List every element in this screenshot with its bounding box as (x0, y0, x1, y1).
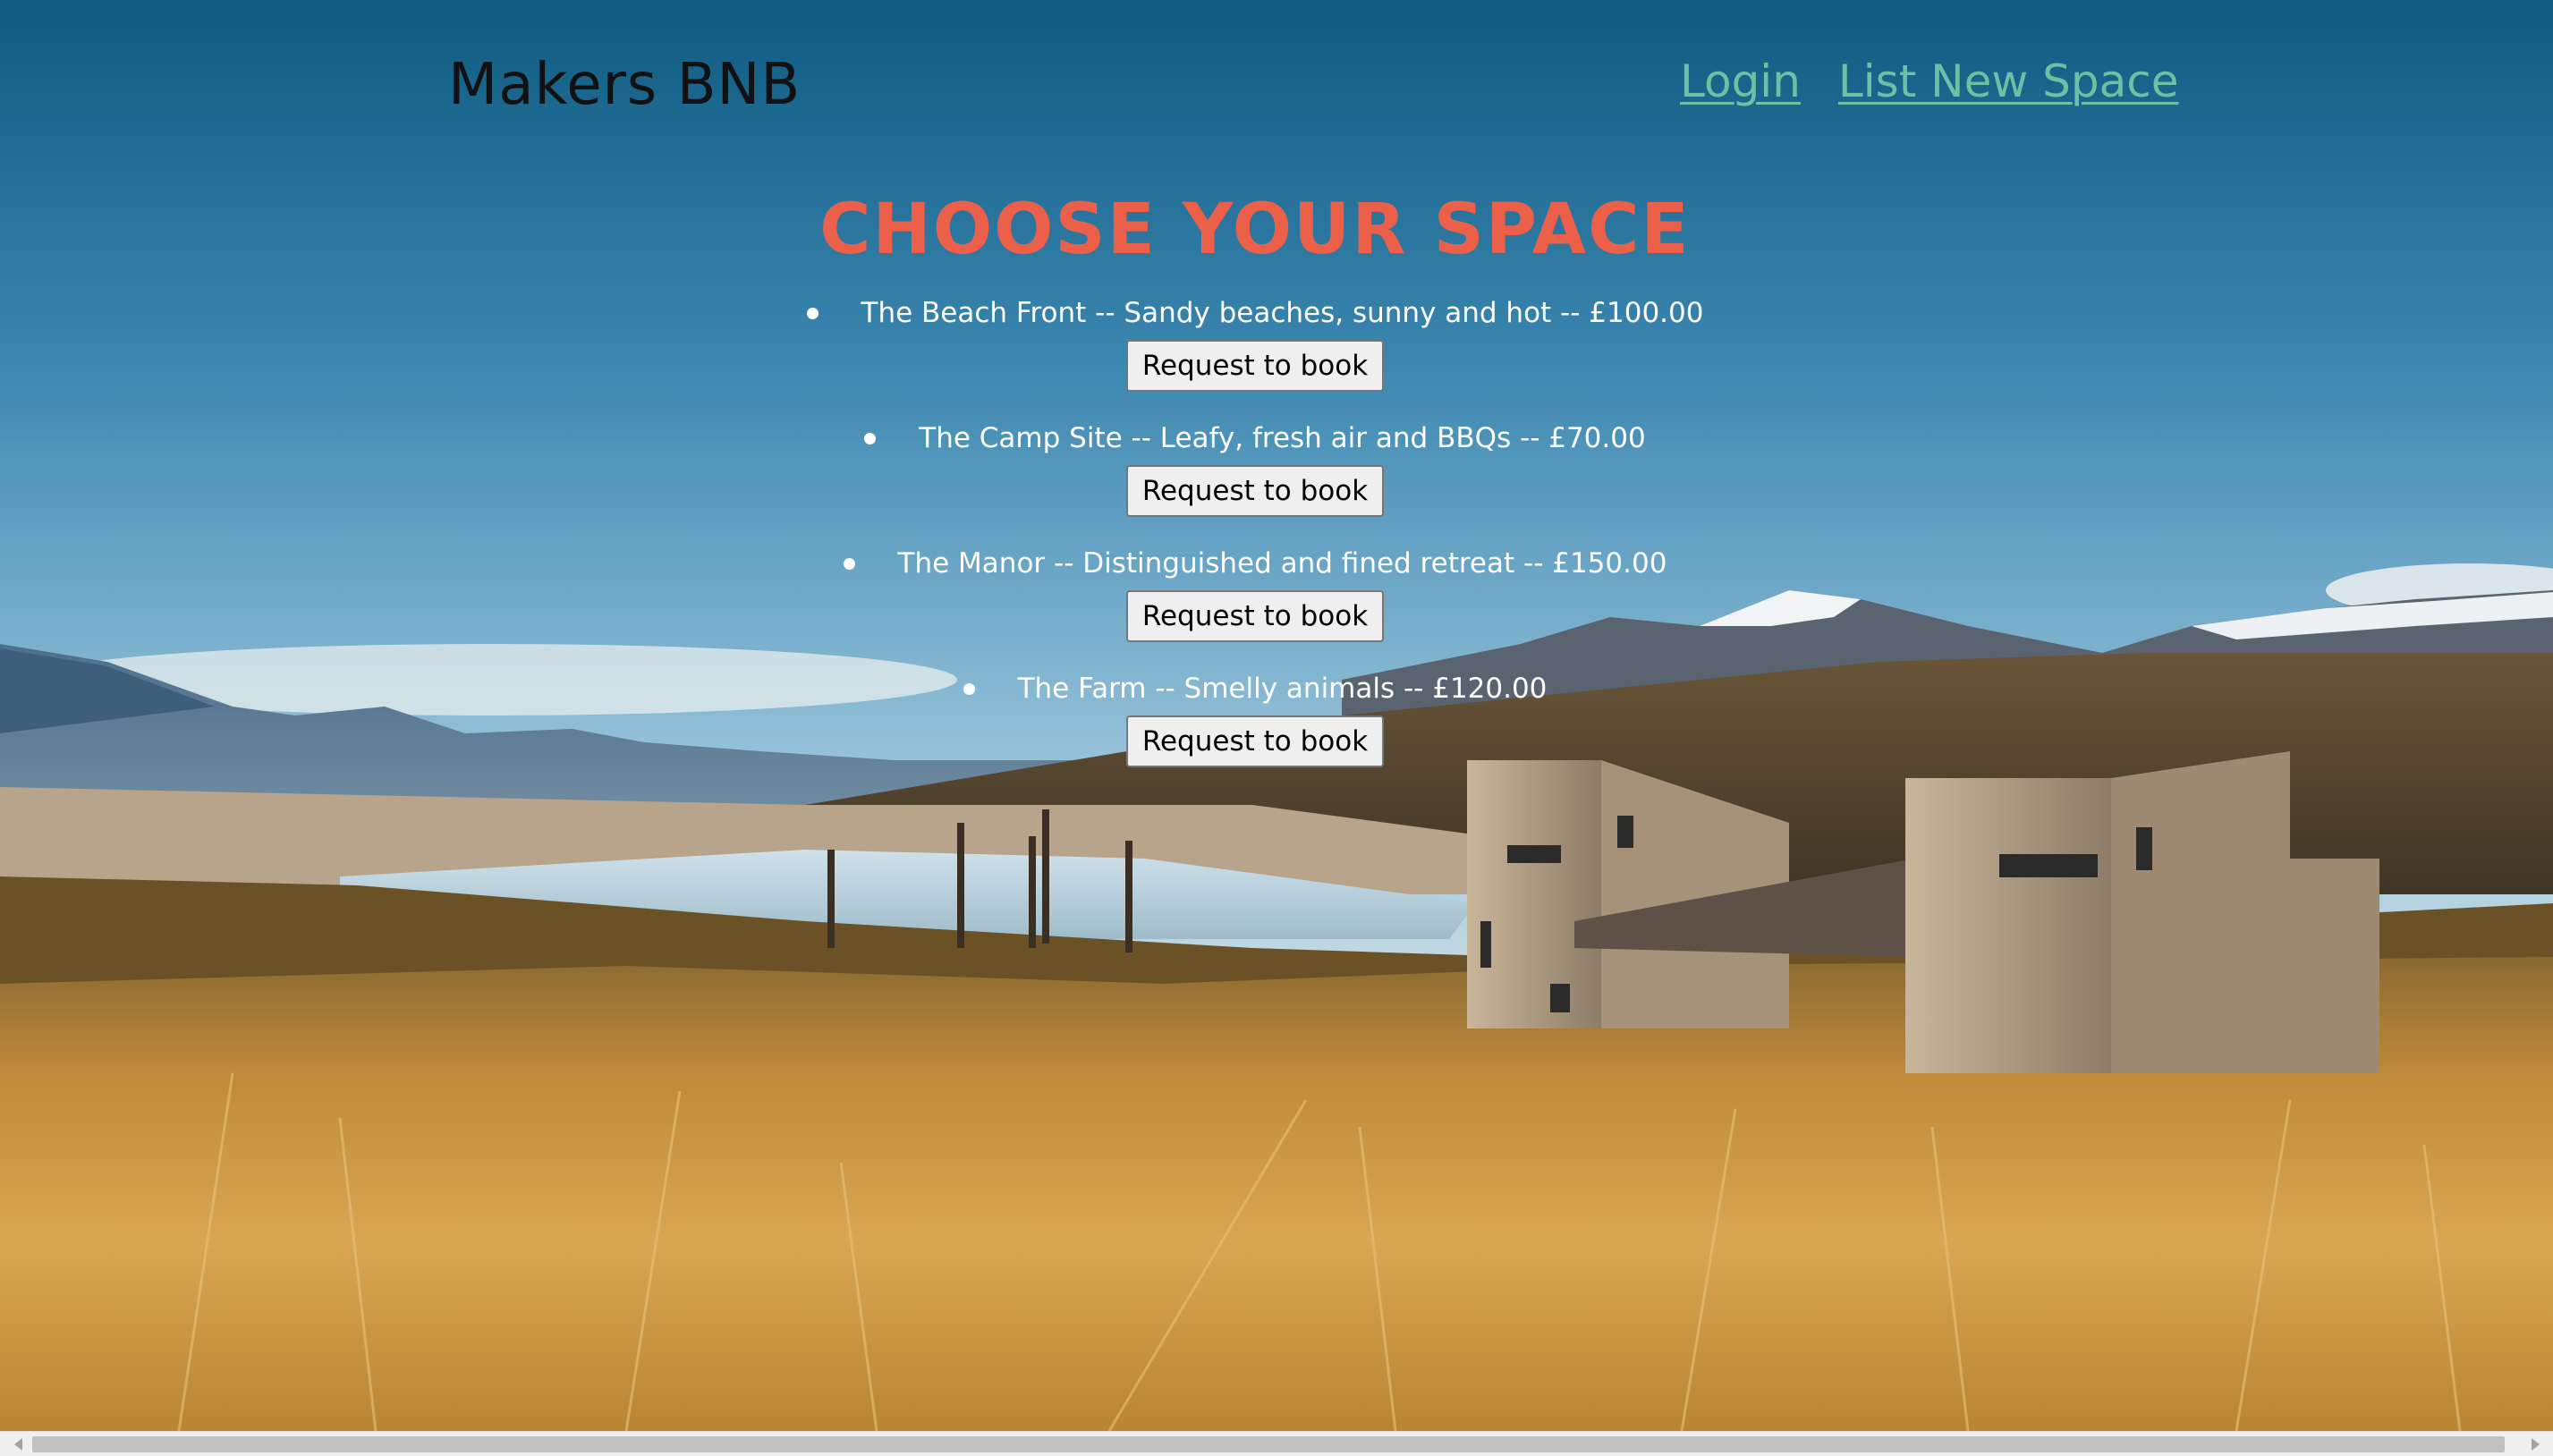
list-item: The Beach Front -- Sandy beaches, sunny … (0, 288, 2510, 413)
space-description: The Beach Front -- Sandy beaches, sunny … (806, 288, 1704, 338)
list-item: The Camp Site -- Leafy, fresh air and BB… (0, 413, 2510, 538)
scroll-left-arrow-icon[interactable] (5, 1432, 30, 1456)
space-description: The Manor -- Distinguished and fined ret… (843, 538, 1667, 588)
space-text: The Camp Site -- Leafy, fresh air and BB… (919, 422, 1646, 454)
space-description: The Farm -- Smelly animals -- £120.00 (963, 664, 1548, 714)
space-text: The Beach Front -- Sandy beaches, sunny … (861, 297, 1704, 329)
scrollbar-thumb[interactable] (32, 1436, 2505, 1452)
top-nav: Login List New Space (1680, 55, 2179, 107)
list-item: The Farm -- Smelly animals -- £120.00 Re… (0, 664, 2510, 789)
page-title: CHOOSE YOUR SPACE (819, 190, 1691, 270)
login-link[interactable]: Login (1680, 55, 1801, 107)
horizontal-scrollbar[interactable] (0, 1431, 2553, 1456)
spaces-list: The Beach Front -- Sandy beaches, sunny … (0, 288, 2510, 789)
bullet-icon (963, 682, 975, 695)
bullet-icon (843, 557, 855, 570)
request-to-book-button[interactable]: Request to book (1125, 715, 1385, 767)
space-description: The Camp Site -- Leafy, fresh air and BB… (864, 413, 1646, 463)
request-to-book-button[interactable]: Request to book (1125, 340, 1385, 392)
list-item: The Manor -- Distinguished and fined ret… (0, 538, 2510, 664)
scroll-right-arrow-icon[interactable] (2523, 1432, 2548, 1456)
space-text: The Manor -- Distinguished and fined ret… (897, 547, 1667, 580)
list-new-space-link[interactable]: List New Space (1838, 55, 2179, 107)
bullet-icon (864, 432, 877, 444)
bullet-icon (806, 307, 818, 319)
space-text: The Farm -- Smelly animals -- £120.00 (1017, 673, 1548, 705)
request-to-book-button[interactable]: Request to book (1125, 465, 1385, 517)
site-brand: Makers BNB (448, 52, 802, 118)
request-to-book-button[interactable]: Request to book (1125, 590, 1385, 642)
